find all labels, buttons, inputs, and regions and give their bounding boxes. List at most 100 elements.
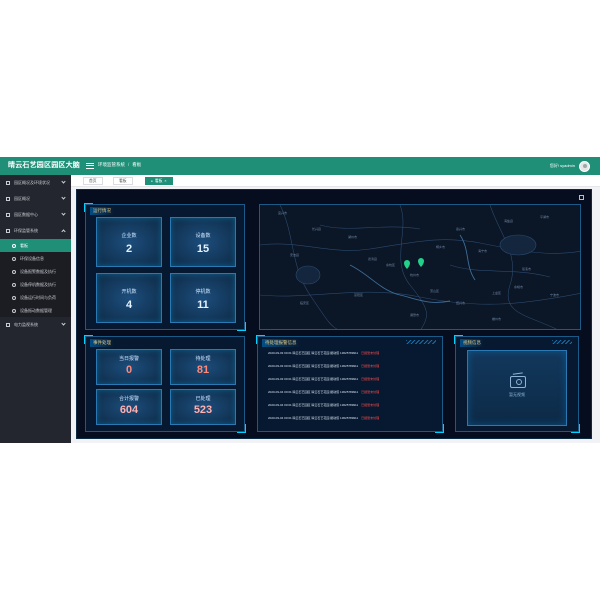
stat-card-pending: 待处理 81 xyxy=(170,349,236,385)
chevron-down-icon xyxy=(61,211,66,216)
map-label: 湖州市 xyxy=(348,235,358,239)
alert-row[interactable]: 2020-09-03 00:01 晴云石艺园区 晴云石艺花园 振动值 13625… xyxy=(268,364,379,368)
sidebar-subitem-label: 环保设备信息 xyxy=(20,255,44,261)
sidebar-subitem-label: 看板 xyxy=(20,242,28,248)
panel-title: 运行情况 xyxy=(90,207,114,215)
sidebar-subitem-label: 设备运行时间与负荷 xyxy=(20,294,56,300)
sidebar-subitem-vibration-data[interactable]: 设备振动数据管理 xyxy=(0,304,71,317)
alert-row[interactable]: 2020-09-04 00:01 晴云石艺园区 晴云石艺花园 振动值 13625… xyxy=(268,403,379,407)
map-label: 海宁市 xyxy=(478,249,488,253)
sidebar: 园区概况及环境状况 园区概况 园区数据中心 环保监管系统 看板 环保设备信息 设… xyxy=(0,175,71,443)
decorative-stripes xyxy=(406,340,436,344)
sidebar-subitem-device-info[interactable]: 环保设备信息 xyxy=(0,252,71,265)
user-menu[interactable]: 您好! syadmin xyxy=(550,159,590,173)
stat-card-today-alarms: 当日报警 0 xyxy=(96,349,162,385)
stat-label: 停机数 xyxy=(195,289,211,295)
sidebar-subitem-dashboard[interactable]: 看板 xyxy=(0,239,71,252)
video-placeholder[interactable]: 暂无视频 xyxy=(467,350,567,426)
map-label: 桐乡市 xyxy=(436,245,446,249)
sidebar-subitem-label: 设备报警数据及执行 xyxy=(20,268,56,274)
menu-square-icon xyxy=(6,197,10,201)
sidebar-item-label: 环保监管系统 xyxy=(14,228,38,233)
sidebar-item-env-supervision[interactable]: 环保监管系统 xyxy=(0,223,71,239)
map-panel[interactable]: 宜兴市 长兴县 湖州市 安吉县 德清县 杭州市 嘉兴市 海宁市 桐乡市 余杭区 … xyxy=(259,204,581,330)
brand-title: 晴云石艺园区园区大脑 xyxy=(8,162,80,169)
stat-label: 当日报警 xyxy=(118,356,139,362)
tab-dashboard[interactable]: 看板 xyxy=(113,177,133,185)
stat-value: 0 xyxy=(125,364,133,376)
top-header: 晴云石艺园区园区大脑 环境监管系统 / 看板 您好! syadmin xyxy=(0,157,600,175)
tab-label: 首页 xyxy=(89,179,97,183)
alert-row[interactable]: 2020-09-04 00:01 晴云石艺园区 晴云石艺花园 振动值 13625… xyxy=(268,390,379,394)
stat-label: 待处理 xyxy=(195,356,211,362)
sidebar-item-label: 园区概况及环境状况 xyxy=(14,180,50,185)
close-icon[interactable]: × xyxy=(164,179,166,183)
sidebar-item-power-monitor[interactable]: 电力监视系统 xyxy=(0,317,71,333)
stat-card-stopped: 停机数 11 xyxy=(170,273,236,323)
pending-alerts-panel: 待处理报警信息 2020-09-03 00:01 晴云石艺园区 晴云石艺花园 振… xyxy=(256,335,444,433)
stat-label: 已处理 xyxy=(195,396,211,402)
alert-row[interactable]: 2020-09-04 00:01 晴云石艺园区 晴云石艺花园 振动值 13625… xyxy=(268,416,379,420)
alert-text: 2020-09-04 00:01 晴云石艺园区 晴云石艺花园 振动值 13625… xyxy=(268,403,359,407)
stat-card-running: 开机数 4 xyxy=(96,273,162,323)
sidebar-subitem-runtime-load[interactable]: 设备运行时间与负荷 xyxy=(0,291,71,304)
event-handling-panel: 事件处理 当日报警 0 待处理 81 合计报警 604 已处理 523 xyxy=(84,335,246,433)
video-info-panel: 视频信息 暂无视频 xyxy=(454,335,580,433)
map-label: 海盐县 xyxy=(504,219,514,223)
no-video-text: 暂无视频 xyxy=(509,392,525,397)
tab-bar: 首页 看板 看板× xyxy=(71,175,600,187)
tab-dashboard-active[interactable]: 看板× xyxy=(145,177,173,185)
app-frame: 晴云石艺园区园区大脑 环境监管系统 / 看板 您好! syadmin 园区概况及环境… xyxy=(0,157,600,443)
map-marker-icon xyxy=(404,258,424,269)
tab-home[interactable]: 首页 xyxy=(83,177,103,185)
stat-label: 合计报警 xyxy=(118,396,139,402)
sidebar-item-park-overview[interactable]: 园区概况 xyxy=(0,191,71,207)
map-label: 宁波市 xyxy=(550,293,560,297)
fullscreen-icon[interactable] xyxy=(579,195,584,200)
panel-title: 视频信息 xyxy=(460,339,484,347)
map-label: 嵊州市 xyxy=(492,317,502,321)
menu-square-icon xyxy=(6,181,10,185)
chevron-down-icon xyxy=(61,321,66,326)
stat-card-enterprises: 企业数 2 xyxy=(96,217,162,267)
map-label: 慈溪市 xyxy=(522,267,532,271)
breadcrumb-item[interactable]: 环境监管系统 xyxy=(98,162,125,167)
map-label: 诸暨市 xyxy=(410,313,420,317)
sidebar-item-data-center[interactable]: 园区数据中心 xyxy=(0,207,71,223)
stat-value: 604 xyxy=(119,404,139,416)
menu-square-icon xyxy=(6,229,10,233)
chevron-down-icon xyxy=(61,179,66,184)
map-label: 长兴县 xyxy=(312,227,322,231)
stat-value: 2 xyxy=(125,243,133,255)
alert-status: 已报警未处理 xyxy=(361,377,380,381)
circle-icon xyxy=(12,308,16,313)
decorative-stripes xyxy=(552,340,572,344)
tab-label: 看板 xyxy=(119,179,127,183)
map-label: 富阳区 xyxy=(354,293,364,297)
sidebar-subitem-shutdown-data[interactable]: 设备停机数据及执行 xyxy=(0,278,71,291)
circle-icon xyxy=(12,269,16,274)
running-status-panel: 运行情况 企业数 2 设备数 15 开机数 4 停机数 11 xyxy=(84,203,246,331)
menu-toggle-icon[interactable] xyxy=(86,161,94,170)
alert-status: 已报警未处理 xyxy=(361,364,380,368)
map-label: 嘉兴市 xyxy=(456,227,466,231)
breadcrumb: 环境监管系统 / 看板 xyxy=(98,162,142,167)
alert-text: 2020-09-03 00:01 晴云石艺园区 晴云石艺花园 振动值 13625… xyxy=(268,364,359,368)
stat-label: 企业数 xyxy=(121,233,137,239)
menu-square-icon xyxy=(6,323,10,327)
circle-icon xyxy=(12,256,16,261)
map-label: 绍兴市 xyxy=(456,301,466,305)
avatar[interactable] xyxy=(579,160,590,172)
stat-value: 15 xyxy=(196,243,210,255)
circle-icon xyxy=(12,295,16,300)
stat-value: 523 xyxy=(193,404,213,416)
tab-label: 看板 xyxy=(154,179,163,183)
sidebar-item-environment-status[interactable]: 园区概况及环境状况 xyxy=(0,175,71,191)
alert-row[interactable]: 2020-09-03 00:01 晴云石艺园区 晴云石艺花园 振动值 13625… xyxy=(268,377,379,381)
alert-text: 2020-09-04 00:01 晴云石艺园区 晴云石艺花园 振动值 13625… xyxy=(268,390,359,394)
menu-square-icon xyxy=(6,213,10,217)
camera-icon xyxy=(510,376,526,388)
sidebar-subitem-alarm-data[interactable]: 设备报警数据及执行 xyxy=(0,265,71,278)
map-label: 杭州市 xyxy=(410,273,420,277)
alert-row[interactable]: 2020-09-03 00:01 晴云石艺园区 晴云石艺花园 振动值 13625… xyxy=(268,351,379,355)
